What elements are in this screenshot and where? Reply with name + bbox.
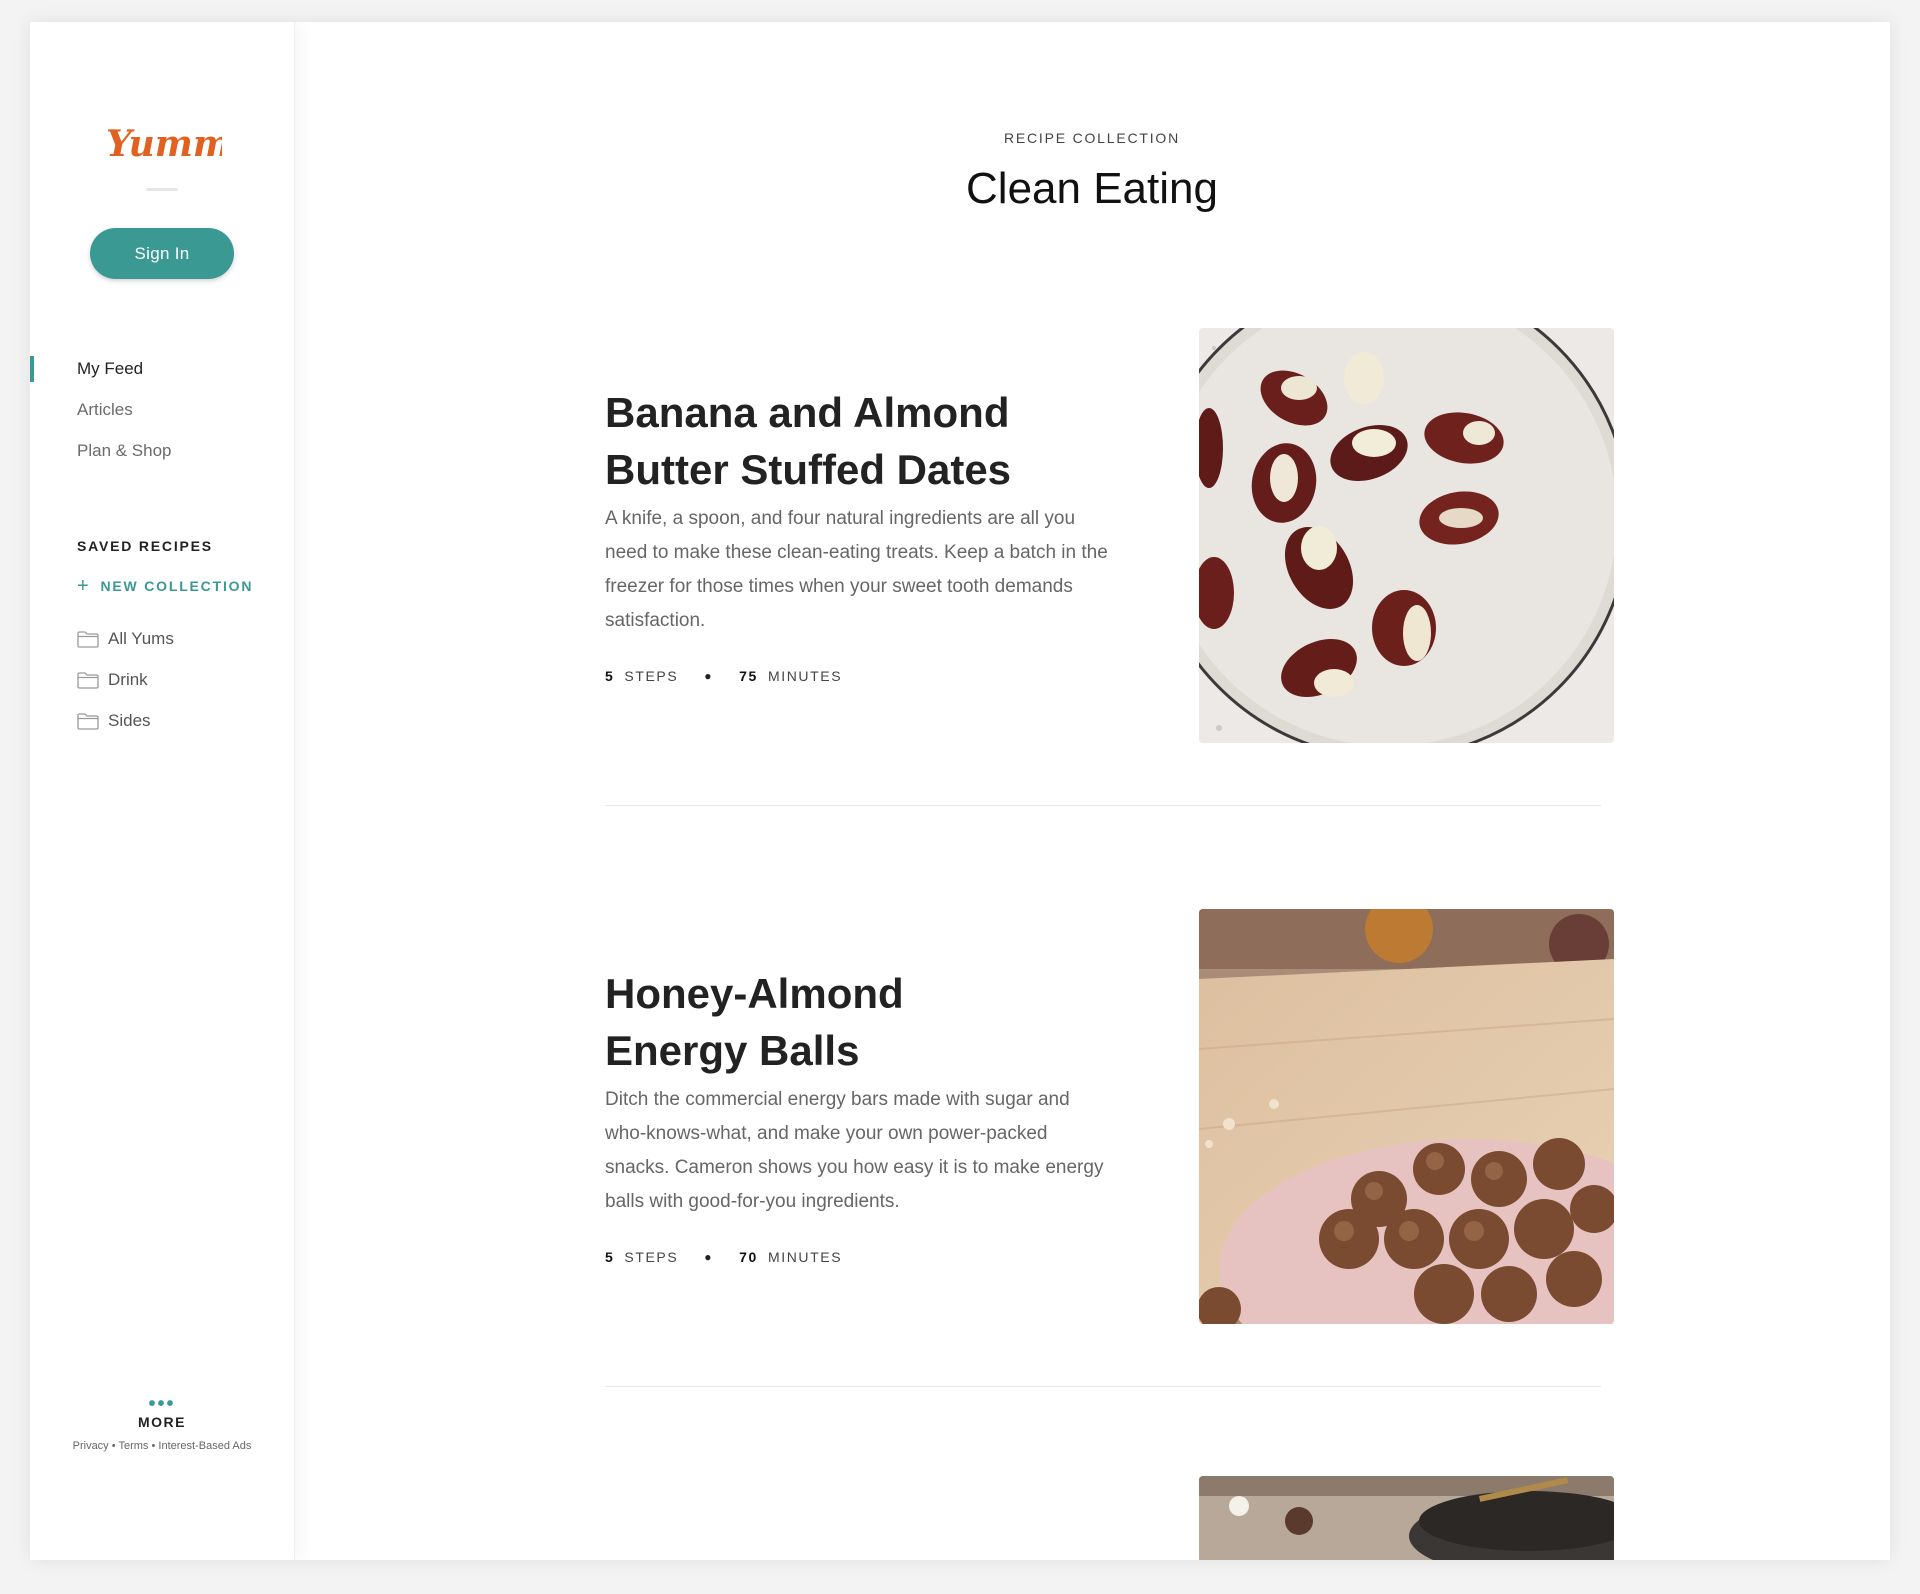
recipe-title[interactable]: Banana and Almond Butter Stuffed Dates <box>605 384 1125 498</box>
recipe-meta: 5 STEPS ● 70 MINUTES <box>605 1249 842 1265</box>
app-window: Yummly Sign In My Feed Articles Plan & S… <box>30 22 1890 1560</box>
folder-icon <box>77 630 99 648</box>
steps-count: 5 <box>605 668 615 684</box>
sidebar-item-plan-shop[interactable]: Plan & Shop <box>30 430 294 471</box>
recipe-meta: 5 STEPS ● 75 MINUTES <box>605 668 842 684</box>
recipe-title-line: Butter Stuffed Dates <box>605 446 1012 493</box>
svg-text:Yummly: Yummly <box>106 123 222 165</box>
minutes-count: 75 <box>739 668 758 684</box>
interest-based-ads-link[interactable]: Interest-Based Ads <box>158 1440 251 1452</box>
folder-list: All Yums Drink Sides <box>77 618 174 741</box>
sidebar-nav: My Feed Articles Plan & Shop <box>30 348 294 471</box>
footer-separator: • <box>111 1440 116 1452</box>
folder-sides[interactable]: Sides <box>77 700 174 741</box>
new-collection-label: NEW COLLECTION <box>100 578 254 594</box>
recipe-divider <box>605 805 1601 806</box>
minutes-label: MINUTES <box>767 1249 843 1265</box>
folder-label: All Yums <box>108 628 174 648</box>
meta-separator: ● <box>704 1250 714 1264</box>
recipe-title-line: Banana and Almond <box>605 389 1010 436</box>
more-label: MORE <box>138 1414 186 1430</box>
recipe-description: Ditch the commercial energy bars made wi… <box>605 1089 1104 1212</box>
sign-in-button[interactable]: Sign In <box>90 228 234 279</box>
folder-drink[interactable]: Drink <box>77 659 174 700</box>
sidebar: Yummly Sign In My Feed Articles Plan & S… <box>30 22 295 1560</box>
collection-eyebrow: RECIPE COLLECTION <box>1003 130 1181 146</box>
privacy-link[interactable]: Privacy <box>73 1440 109 1452</box>
folder-label: Drink <box>108 669 148 689</box>
main-content: RECIPE COLLECTION Clean Eating Banana an… <box>294 22 1890 1560</box>
plus-icon: + <box>77 575 91 597</box>
recipe-title-line: Energy Balls <box>605 1027 860 1074</box>
more-button[interactable]: ••• MORE <box>30 1393 294 1430</box>
energy-balls-photo[interactable] <box>1199 909 1614 1324</box>
folder-label: Sides <box>108 710 151 730</box>
saved-recipes-heading: SAVED RECIPES <box>77 538 213 554</box>
yummly-logo[interactable]: Yummly <box>102 114 268 174</box>
steps-label: STEPS <box>624 668 679 684</box>
new-collection-button[interactable]: + NEW COLLECTION <box>77 575 254 597</box>
minutes-label: MINUTES <box>767 668 843 684</box>
stuffed-dates-photo[interactable] <box>1199 328 1614 743</box>
logo-divider <box>146 188 178 191</box>
footer-links: Privacy • Terms • Interest-Based Ads <box>30 1440 294 1452</box>
terms-link[interactable]: Terms <box>118 1440 148 1452</box>
more-dots-icon: ••• <box>148 1393 176 1415</box>
page-title: Clean Eating <box>966 164 1218 213</box>
recipe-title[interactable]: Honey-Almond Energy Balls <box>605 965 1125 1079</box>
folder-icon <box>77 712 99 730</box>
folder-icon <box>77 671 99 689</box>
steps-count: 5 <box>605 1249 615 1265</box>
recipe-title-line: Honey-Almond <box>605 970 904 1017</box>
recipe-card[interactable]: Banana and Almond Butter Stuffed Dates A… <box>605 306 1615 743</box>
meta-separator: ● <box>704 669 714 683</box>
recipe-card[interactable]: Honey-Almond Energy Balls Ditch the comm… <box>605 887 1615 1324</box>
recipe-divider <box>605 1386 1601 1387</box>
minutes-count: 70 <box>739 1249 758 1265</box>
steps-label: STEPS <box>624 1249 679 1265</box>
footer-separator: • <box>151 1440 156 1452</box>
folder-all-yums[interactable]: All Yums <box>77 618 174 659</box>
plates-photo[interactable] <box>1199 1476 1614 1560</box>
sidebar-item-articles[interactable]: Articles <box>30 389 294 430</box>
recipe-description: A knife, a spoon, and four natural ingre… <box>605 508 1108 631</box>
sidebar-item-my-feed[interactable]: My Feed <box>30 348 294 389</box>
